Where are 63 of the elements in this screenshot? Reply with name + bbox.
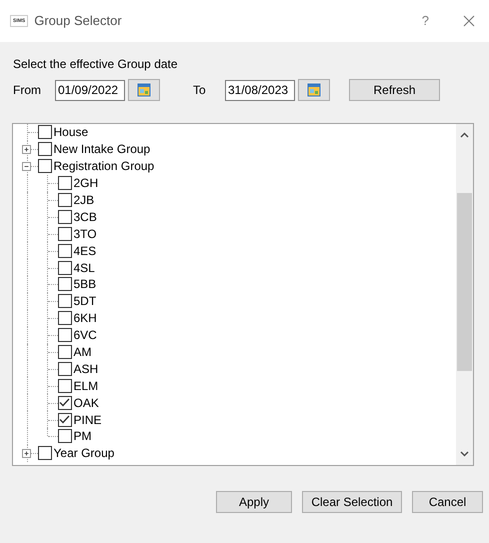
tree-item-label[interactable]: 2JB [72,191,94,210]
checkbox[interactable] [58,244,72,258]
tree-item-label[interactable]: PINE [72,410,102,429]
tree-item-label[interactable]: 4SL [72,258,95,277]
window-title: Group Selector [34,12,122,30]
checkbox[interactable] [58,176,72,190]
calendar-button[interactable] [128,79,160,101]
help-button[interactable]: ? [422,11,429,31]
checkbox[interactable] [58,260,72,275]
tree-item-label[interactable]: New Intake Group [52,140,150,158]
tree-item-label[interactable]: 5DT [72,292,96,310]
collapse-icon[interactable] [22,162,31,171]
tree-item-label[interactable]: Registration Group [52,157,154,176]
tree-item-label[interactable]: 6KH [72,309,97,328]
refresh-button[interactable]: Refresh [349,79,440,101]
tree-item-label[interactable]: 5BB [72,275,96,294]
checkbox[interactable] [58,362,72,376]
checkbox[interactable] [58,226,72,241]
checkbox[interactable] [38,142,52,156]
checkbox[interactable] [38,159,52,174]
close-icon[interactable] [463,15,475,27]
checkbox[interactable] [58,193,72,207]
checkbox[interactable] [58,378,72,393]
tree-item-label[interactable]: 2GH [72,174,98,192]
dialog-button[interactable]: Clear Selection [302,491,402,513]
tree-item-label[interactable]: Year Group [52,444,114,462]
dialog-button[interactable]: Apply [216,491,292,513]
tree-item-label[interactable]: ASH [72,360,98,378]
checkbox[interactable] [38,125,52,140]
checkbox[interactable] [58,429,72,444]
scrollbar[interactable] [456,124,473,465]
scrollbar-thumb[interactable] [457,193,472,371]
checkbox[interactable] [58,311,72,326]
calendar-icon [137,83,151,97]
tree-item-label[interactable]: OAK [72,394,99,412]
checkbox[interactable] [58,345,72,360]
calendar-icon [307,83,321,97]
to-date-field[interactable]: 31/08/2023 [225,80,295,100]
dialog-button[interactable]: Cancel [412,491,483,513]
checkbox[interactable] [58,328,72,342]
tree-item-label[interactable]: ELM [72,376,98,395]
to-label: To [193,82,207,99]
tree-item-label[interactable]: 3TO [72,224,97,243]
checkbox[interactable] [58,396,72,410]
scroll-up-icon[interactable] [460,132,469,138]
checkbox[interactable] [58,277,72,292]
from-label: From [13,82,42,99]
expand-icon[interactable] [22,448,31,458]
checkbox[interactable] [58,210,72,224]
calendar-button[interactable] [298,79,330,101]
tree-item-label[interactable]: 6VC [72,326,97,344]
tree-item-label[interactable]: AM [72,343,92,362]
checkbox[interactable] [38,446,52,460]
scroll-down-icon[interactable] [460,451,469,457]
expand-icon[interactable] [22,144,31,154]
checkbox[interactable] [58,294,72,308]
prompt-text: Select the effective Group date [13,56,179,73]
tree-item-label[interactable]: PM [72,427,92,446]
tree-item-label[interactable]: 3CB [72,208,97,226]
from-date-field[interactable]: 01/09/2022 [55,80,125,100]
tree-item-label[interactable]: 4ES [72,242,96,260]
checkbox[interactable] [58,412,72,427]
tree-item-label[interactable]: House [52,124,88,142]
